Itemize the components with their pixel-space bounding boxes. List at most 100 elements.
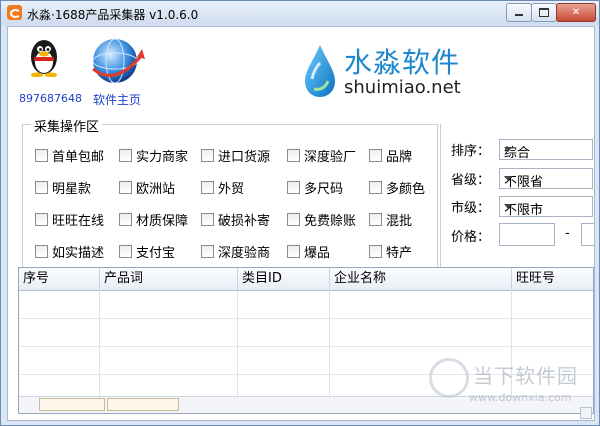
watermark: 当下软件园 www.downxia.com — [429, 358, 589, 414]
checkbox-factory-verified[interactable]: 深度验厂 — [287, 146, 356, 165]
chevron-down-icon[interactable] — [504, 176, 512, 181]
brand-url: shuimiao.net — [344, 77, 461, 98]
checkbox-brand[interactable]: 品牌 — [369, 146, 412, 165]
qq-penguin-icon[interactable] — [28, 37, 60, 77]
checkbox-label: 多颜色 — [386, 182, 426, 197]
checkbox-imported-goods[interactable]: 进口货源 — [201, 146, 270, 165]
brand-logo: 水淼软件 shuimiao.net — [302, 39, 492, 101]
checkbox-multi-color[interactable]: 多颜色 — [369, 178, 425, 197]
checkbox-box[interactable] — [287, 181, 300, 194]
search-options-panel: 排序： 综合 省级： 不限省 市级： 不限市 价格： - — [440, 124, 594, 284]
checkbox-label: 外贸 — [218, 182, 245, 197]
checkbox-accurate-description[interactable]: 如实描述 — [35, 242, 104, 261]
close-icon: ✕ — [571, 7, 581, 18]
sort-select[interactable]: 综合 — [499, 139, 593, 161]
chevron-down-icon[interactable] — [504, 147, 512, 152]
home-page-link[interactable]: 软件主页 — [93, 91, 141, 108]
brand-name: 水淼软件 — [344, 46, 461, 79]
checkbox-box[interactable] — [119, 181, 132, 194]
checkbox-label: 材质保障 — [136, 214, 189, 229]
water-drop-icon — [305, 45, 335, 97]
checkbox-box[interactable] — [119, 149, 132, 162]
checkbox-box[interactable] — [201, 245, 214, 258]
column-header-keyword[interactable]: 产品词 — [100, 268, 238, 290]
checkbox-foreign-trade[interactable]: 外贸 — [201, 178, 244, 197]
checkbox-label: 免费赊账 — [304, 214, 357, 229]
window-title: 水淼·1688产品采集器 v1.0.6.0 — [27, 8, 199, 22]
collection-options-group: 采集操作区 首单包邮 实力商家 进口货源 深度验厂 品牌 明星款 欧洲站 外贸 … — [22, 116, 438, 286]
checkbox-box[interactable] — [369, 245, 382, 258]
checkbox-box[interactable] — [35, 149, 48, 162]
checkbox-box[interactable] — [369, 181, 382, 194]
column-divider — [99, 290, 100, 397]
city-select[interactable]: 不限市 — [499, 196, 593, 218]
close-button[interactable]: ✕ — [556, 3, 596, 22]
column-header-wangwang[interactable]: 旺旺号 — [512, 268, 593, 290]
checkbox-wangwang-online[interactable]: 旺旺在线 — [35, 210, 104, 229]
province-label: 省级： — [451, 173, 491, 188]
title-bar[interactable]: 水淼·1688产品采集器 v1.0.6.0 ✕ — [1, 1, 599, 25]
checkbox-merchant-verified[interactable]: 深度验商 — [201, 242, 270, 261]
app-window: 水淼·1688产品采集器 v1.0.6.0 ✕ 897687648 软件主页 水… — [0, 0, 600, 426]
checkbox-box[interactable] — [287, 213, 300, 226]
checkbox-label: 特产 — [386, 246, 413, 261]
province-select[interactable]: 不限省 — [499, 168, 593, 190]
checkbox-label: 爆品 — [304, 246, 331, 261]
checkbox-alipay[interactable]: 支付宝 — [119, 242, 175, 261]
table-row — [19, 318, 593, 319]
checkbox-box[interactable] — [287, 245, 300, 258]
checkbox-mixed-batch[interactable]: 混批 — [369, 210, 412, 229]
checkbox-box[interactable] — [201, 213, 214, 226]
sort-label: 排序： — [451, 144, 491, 159]
checkbox-box[interactable] — [119, 213, 132, 226]
globe-icon[interactable] — [88, 35, 146, 87]
column-divider — [237, 290, 238, 397]
column-header-company[interactable]: 企业名称 — [330, 268, 512, 290]
checkbox-celebrity-style[interactable]: 明星款 — [35, 178, 91, 197]
group-title: 采集操作区 — [31, 116, 103, 135]
chevron-down-icon[interactable] — [504, 204, 512, 209]
checkbox-label: 破损补寄 — [218, 214, 271, 229]
checkbox-europe-station[interactable]: 欧洲站 — [119, 178, 175, 197]
price-separator: - — [565, 226, 570, 241]
checkbox-box[interactable] — [35, 245, 48, 258]
checkbox-strong-merchant[interactable]: 实力商家 — [119, 146, 188, 165]
checkbox-hot-item[interactable]: 爆品 — [287, 242, 330, 261]
checkbox-label: 如实描述 — [52, 246, 105, 261]
checkbox-damage-replacement[interactable]: 破损补寄 — [201, 210, 270, 229]
checkbox-label: 品牌 — [386, 150, 413, 165]
price-min-input[interactable] — [499, 223, 555, 246]
maximize-icon — [539, 8, 549, 17]
checkbox-box[interactable] — [369, 213, 382, 226]
column-header-index[interactable]: 序号 — [19, 268, 100, 290]
checkbox-label: 深度验厂 — [304, 150, 357, 165]
checkbox-box[interactable] — [35, 213, 48, 226]
checkbox-box[interactable] — [369, 149, 382, 162]
checkbox-label: 旺旺在线 — [52, 214, 105, 229]
watermark-logo-icon — [429, 358, 469, 398]
column-header-category-id[interactable]: 类目ID — [238, 268, 330, 290]
checkbox-label: 进口货源 — [218, 150, 271, 165]
checkbox-box[interactable] — [201, 181, 214, 194]
maximize-button[interactable] — [531, 3, 557, 22]
checkbox-box[interactable] — [201, 149, 214, 162]
checkbox-box[interactable] — [287, 149, 300, 162]
scrollbar-segment[interactable] — [107, 398, 179, 411]
checkbox-box[interactable] — [35, 181, 48, 194]
minimize-button[interactable] — [506, 3, 532, 22]
checkbox-free-credit[interactable]: 免费赊账 — [287, 210, 356, 229]
checkbox-box[interactable] — [119, 245, 132, 258]
watermark-url: www.downxia.com — [469, 391, 572, 404]
checkbox-specialty[interactable]: 特产 — [369, 242, 412, 261]
checkbox-label: 混批 — [386, 214, 413, 229]
scrollbar-segment[interactable] — [39, 398, 105, 411]
header-logos: 897687648 软件主页 水淼软件 shuimiao.net — [8, 27, 594, 111]
checkbox-free-shipping[interactable]: 首单包邮 — [35, 146, 104, 165]
table-header: 序号 产品词 类目ID 企业名称 旺旺号 — [19, 268, 593, 291]
price-max-input[interactable] — [581, 223, 594, 246]
checkbox-multi-size[interactable]: 多尺码 — [287, 178, 343, 197]
checkbox-label: 支付宝 — [136, 246, 176, 261]
qq-number-link[interactable]: 897687648 — [19, 92, 82, 105]
checkbox-label: 实力商家 — [136, 150, 189, 165]
checkbox-material-guarantee[interactable]: 材质保障 — [119, 210, 188, 229]
